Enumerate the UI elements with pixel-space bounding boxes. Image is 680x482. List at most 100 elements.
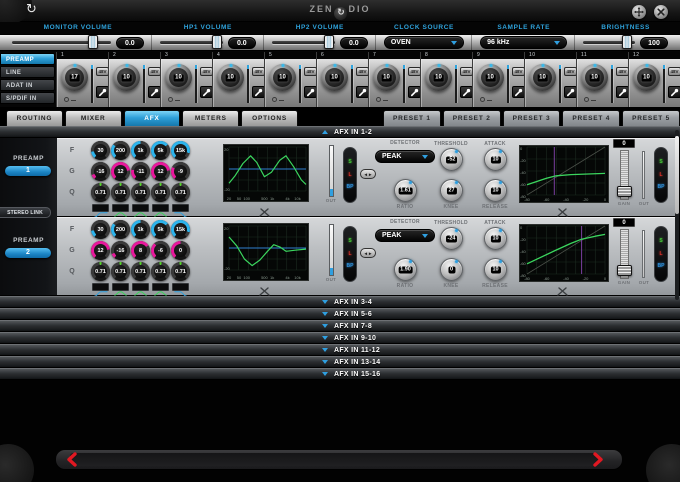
preset-button-1[interactable]: PRESET 1 (383, 110, 441, 126)
comp-release-knob[interactable]: 10 (484, 179, 507, 202)
close-window-button[interactable] (654, 5, 668, 19)
eq-freq-knob[interactable]: 30 (91, 141, 110, 160)
eq-out-fader[interactable] (329, 224, 334, 276)
volume-slider[interactable] (271, 35, 335, 49)
detector-select[interactable]: PEAK (375, 150, 435, 163)
afx-collapsed-header[interactable]: AFX IN 11-12 (0, 344, 680, 356)
dropdown-select[interactable]: OVEN (383, 36, 465, 49)
gain-fader[interactable] (617, 229, 632, 279)
filter-type-lowpass-icon[interactable] (172, 204, 189, 218)
eq-freq-knob[interactable]: 5k (151, 141, 170, 160)
filter-type-bell-icon[interactable] (112, 204, 129, 217)
eq-freq-knob[interactable]: 5k (151, 220, 170, 239)
out-fader[interactable] (642, 151, 645, 199)
eq-freq-knob[interactable]: 1k (131, 220, 150, 239)
preset-button-2[interactable]: PRESET 2 (442, 110, 501, 126)
tab-routing[interactable]: ROUTING (6, 110, 63, 126)
filter-type-bell-icon[interactable] (132, 283, 149, 296)
afx-collapsed-header[interactable]: AFX IN 9-10 (0, 332, 680, 344)
channel-link-button[interactable]: ◄► (360, 169, 376, 179)
mic-input-button[interactable] (668, 86, 680, 98)
tab-meters[interactable]: METERS (182, 110, 240, 126)
sidebar-item-line[interactable]: LINE (0, 66, 55, 78)
comp-ratio-knob[interactable]: 1.90 (394, 258, 417, 281)
eq-freq-knob[interactable]: 200 (111, 220, 130, 239)
eq-q-knob[interactable]: 0.71 (91, 262, 110, 281)
fader-handle[interactable] (617, 265, 632, 276)
afx-collapsed-header[interactable]: AFX IN 3-4 (0, 296, 680, 308)
preset-button-4[interactable]: PRESET 4 (562, 110, 621, 126)
eq-q-knob[interactable]: 0.71 (131, 262, 150, 281)
eq-gain-knob[interactable]: -6 (151, 241, 170, 260)
gain-knob[interactable]: 10 (633, 64, 660, 91)
eq-gain-knob[interactable]: -9 (171, 162, 190, 181)
gain-knob[interactable]: 10 (425, 64, 452, 91)
comp-edit-icon[interactable] (557, 283, 568, 296)
preset-button-3[interactable]: PRESET 3 (502, 110, 561, 126)
eq-edit-icon[interactable] (259, 204, 270, 217)
comp-release-knob[interactable]: 10 (484, 258, 507, 281)
eq-q-knob[interactable]: 0.71 (111, 183, 130, 202)
comp-knee-knob[interactable]: 0 (440, 258, 463, 281)
slider-handle[interactable] (323, 35, 334, 49)
eq-q-knob[interactable]: 0.71 (151, 183, 170, 202)
comp-threshold-knob[interactable]: -24 (440, 227, 463, 250)
afx-collapsed-header[interactable]: AFX IN 5-6 (0, 308, 680, 320)
eq-gain-knob[interactable]: 12 (111, 162, 130, 181)
afx-collapsed-header[interactable]: AFX IN 7-8 (0, 320, 680, 332)
tab-afx[interactable]: AFX (123, 110, 181, 126)
eq-freq-knob[interactable]: 1k (131, 141, 150, 160)
eq-freq-knob[interactable]: 200 (111, 141, 130, 160)
slider-handle[interactable] (211, 35, 222, 49)
gain-knob[interactable]: 10 (321, 64, 348, 91)
eq-gain-knob[interactable]: 12 (151, 162, 170, 181)
gain-knob[interactable]: 10 (529, 64, 556, 91)
filter-type-bell-icon[interactable] (132, 204, 149, 217)
volume-slider[interactable] (12, 35, 111, 49)
eq-q-knob[interactable]: 0.71 (171, 183, 190, 202)
gain-fader[interactable] (617, 150, 632, 200)
sidebar-item-adat-in[interactable]: ADAT IN (0, 79, 55, 91)
eq-gain-knob[interactable]: -16 (111, 241, 130, 260)
phantom-power-button[interactable]: 48V (668, 67, 680, 76)
filter-type-bell-icon[interactable] (112, 283, 129, 296)
eq-gain-knob[interactable]: -16 (91, 162, 110, 181)
volume-slider[interactable] (159, 35, 223, 49)
fader-handle[interactable] (617, 186, 632, 197)
filter-type-bell-icon[interactable] (152, 204, 169, 217)
slider-handle[interactable] (88, 35, 99, 49)
afx-collapsed-header[interactable]: AFX IN 15-16 (0, 368, 680, 380)
comp-attack-knob[interactable]: 10 (484, 148, 507, 171)
gain-knob[interactable]: 10 (477, 64, 504, 91)
eq-gain-knob[interactable]: -11 (131, 162, 150, 181)
volume-slider[interactable] (583, 35, 635, 49)
gain-knob[interactable]: 17 (61, 64, 88, 91)
preamp2-select-button[interactable]: 2 (5, 248, 51, 258)
preamp1-select-button[interactable]: 1 (5, 166, 51, 176)
gain-knob[interactable]: 10 (581, 64, 608, 91)
sidebar-item-preamp[interactable]: PREAMP (0, 53, 55, 65)
dropdown-select[interactable]: 96 kHz (480, 36, 568, 49)
eq-freq-knob[interactable]: 15k (171, 141, 190, 160)
gain-knob[interactable]: 10 (217, 64, 244, 91)
slider-handle[interactable] (622, 35, 633, 49)
eq-freq-knob[interactable]: 30 (91, 220, 110, 239)
eq-gain-knob[interactable]: 8 (131, 241, 150, 260)
comp-threshold-knob[interactable]: -52 (440, 148, 463, 171)
gain-knob[interactable]: 10 (165, 64, 192, 91)
out-fader[interactable] (642, 230, 645, 278)
gain-knob[interactable]: 10 (113, 64, 140, 91)
afx-channel-header[interactable]: AFX IN 1-2 (0, 126, 680, 138)
eq-q-knob[interactable]: 0.71 (131, 183, 150, 202)
resize-window-button[interactable] (632, 5, 646, 19)
comp-attack-knob[interactable]: 10 (484, 227, 507, 250)
scrollbar-thumb[interactable] (675, 136, 679, 214)
scrollbar[interactable] (675, 130, 679, 300)
afx-collapsed-header[interactable]: AFX IN 13-14 (0, 356, 680, 368)
eq-q-knob[interactable]: 0.71 (171, 262, 190, 281)
detector-select[interactable]: PEAK (375, 229, 435, 242)
eq-gain-knob[interactable]: 12 (91, 241, 110, 260)
filter-type-highpass-icon[interactable] (92, 283, 109, 297)
eq-q-knob[interactable]: 0.71 (151, 262, 170, 281)
filter-type-lowpass-icon[interactable] (172, 283, 189, 297)
